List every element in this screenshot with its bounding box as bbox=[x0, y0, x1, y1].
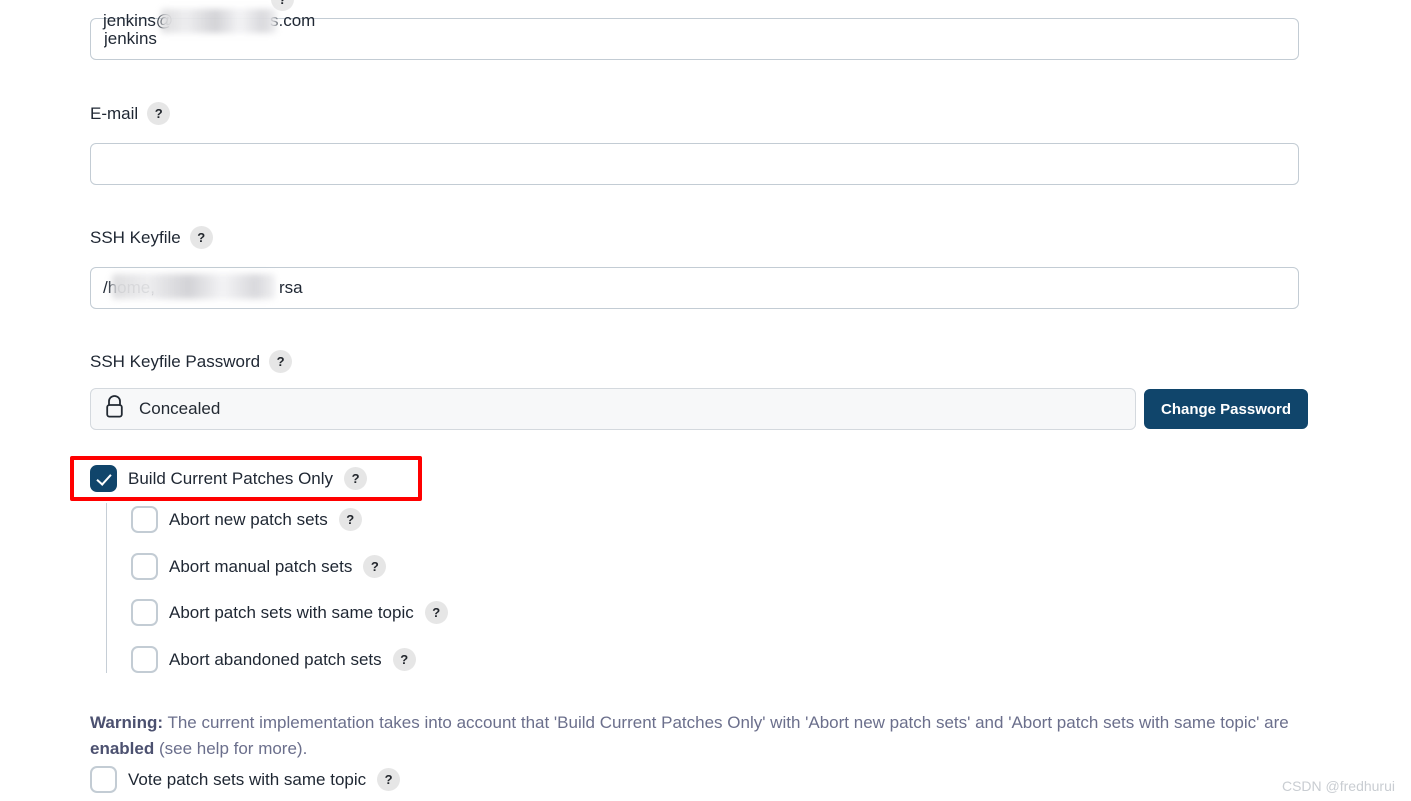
nested-group-guide-line bbox=[106, 503, 107, 673]
gerrit-trigger-config-page: ? E-mail ? jenkins@ s.com SSH Keyfile ? … bbox=[0, 0, 1411, 801]
checkbox-label: Abort patch sets with same topic bbox=[169, 602, 414, 622]
checkbox-row-vote-patch-sets-with-same-topic[interactable]: Vote patch sets with same topic ? bbox=[90, 766, 401, 793]
help-icon[interactable]: ? bbox=[377, 768, 401, 791]
warning-emphasis: enabled bbox=[90, 739, 155, 758]
help-icon[interactable]: ? bbox=[189, 226, 213, 249]
email-label-row: E-mail ? bbox=[90, 102, 171, 125]
watermark: CSDN @fredhurui bbox=[1281, 778, 1395, 794]
ssh-keyfile-label-row: SSH Keyfile ? bbox=[90, 226, 213, 249]
checkbox-row-abort-new-patch-sets[interactable]: Abort new patch sets ? bbox=[131, 506, 362, 533]
ssh-keyfile-input[interactable] bbox=[90, 267, 1299, 309]
ssh-keyfile-label: SSH Keyfile bbox=[90, 227, 181, 247]
password-status-text: Concealed bbox=[139, 399, 221, 418]
checkbox-vote-patch-sets-with-same-topic[interactable] bbox=[90, 766, 117, 793]
ssh-keyfile-password-display[interactable]: Concealed bbox=[90, 388, 1136, 430]
checkbox-abort-patch-sets-with-same-topic[interactable] bbox=[131, 599, 158, 626]
checkbox-label: Abort abandoned patch sets bbox=[169, 649, 382, 669]
help-icon[interactable]: ? bbox=[424, 601, 448, 624]
checkbox-abort-manual-patch-sets[interactable] bbox=[131, 553, 158, 580]
checkbox-build-current-patches-only[interactable] bbox=[90, 465, 117, 492]
checkbox-row-abort-patch-sets-with-same-topic[interactable]: Abort patch sets with same topic ? bbox=[131, 599, 448, 626]
help-icon[interactable]: ? bbox=[392, 648, 416, 671]
help-icon[interactable]: ? bbox=[344, 467, 368, 490]
checkbox-abort-abandoned-patch-sets[interactable] bbox=[131, 646, 158, 673]
ssh-keyfile-password-label: SSH Keyfile Password bbox=[90, 351, 261, 371]
checkbox-label: Build Current Patches Only bbox=[128, 468, 334, 488]
warning-body-1: The current implementation takes into ac… bbox=[163, 713, 1289, 732]
help-icon[interactable]: ? bbox=[363, 555, 387, 578]
ssh-keyfile-password-label-row: SSH Keyfile Password ? bbox=[90, 350, 293, 373]
checkbox-row-abort-abandoned-patch-sets[interactable]: Abort abandoned patch sets ? bbox=[131, 646, 416, 673]
warning-text: Warning: The current implementation take… bbox=[90, 710, 1290, 762]
checkbox-row-abort-manual-patch-sets[interactable]: Abort manual patch sets ? bbox=[131, 553, 387, 580]
checkbox-label: Abort manual patch sets bbox=[169, 556, 353, 576]
checkbox-row-build-current-patches-only[interactable]: Build Current Patches Only ? bbox=[90, 465, 368, 492]
email-input[interactable] bbox=[90, 143, 1299, 185]
help-icon[interactable]: ? bbox=[147, 102, 171, 125]
help-icon[interactable]: ? bbox=[338, 508, 362, 531]
help-icon[interactable]: ? bbox=[269, 350, 293, 373]
username-input[interactable] bbox=[90, 18, 1299, 60]
warning-body-2: (see help for more). bbox=[154, 739, 308, 758]
checkbox-abort-new-patch-sets[interactable] bbox=[131, 506, 158, 533]
email-label: E-mail bbox=[90, 103, 139, 123]
checkbox-label: Vote patch sets with same topic bbox=[128, 769, 367, 789]
checkbox-label: Abort new patch sets bbox=[169, 509, 328, 529]
change-password-button[interactable]: Change Password bbox=[1144, 389, 1309, 429]
lock-icon bbox=[104, 394, 125, 424]
warning-prefix: Warning: bbox=[90, 713, 164, 732]
help-icon[interactable]: ? bbox=[271, 0, 294, 11]
